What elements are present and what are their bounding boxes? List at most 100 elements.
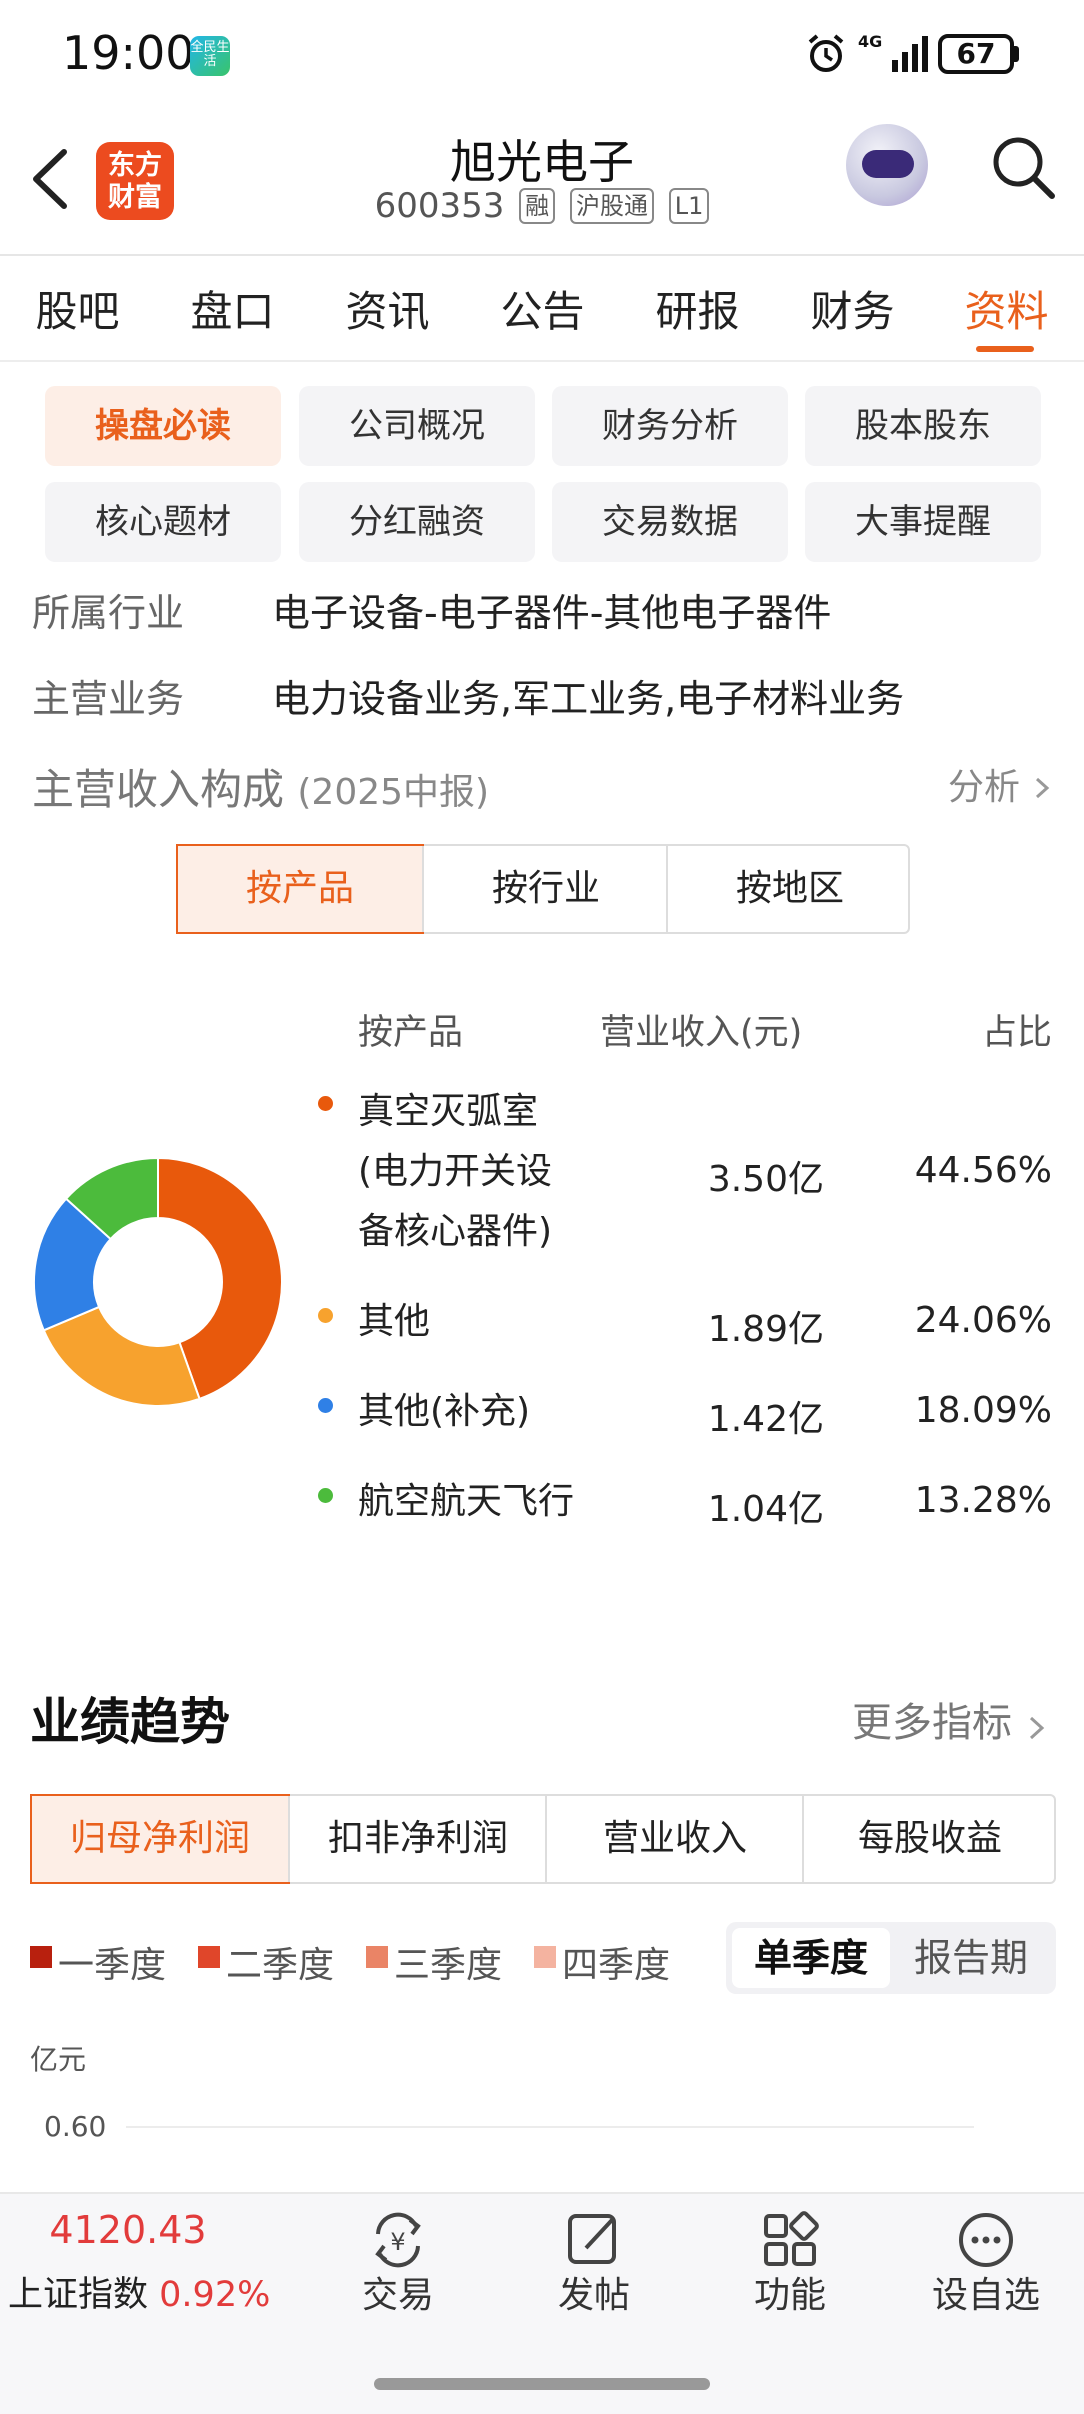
post-icon (568, 2214, 616, 2264)
nav-add-watchlist[interactable] (906, 2210, 1066, 2274)
metric-net-profit[interactable]: 归母净利润 (30, 1794, 290, 1884)
row-value-other-supplement: 1.42亿 (707, 1399, 824, 1440)
nav-functions-label: 功能 (753, 2275, 826, 2316)
chart-gridline (126, 2126, 974, 2128)
period-single-quarter[interactable]: 单季度 (732, 1928, 890, 1988)
subtab-shareholders[interactable]: 股本股东 (805, 386, 1041, 466)
legend-q2-swatch (198, 1946, 220, 1968)
tab-pankou[interactable]: 盘口 (155, 278, 310, 339)
revenue-period: (2025中报) (297, 772, 490, 813)
business-value: 电力设备业务,军工业务,电子材料业务 (272, 677, 905, 721)
tag-connect: 沪股通 (569, 188, 654, 224)
index-name: 上证指数 (8, 2275, 149, 2315)
battery-indicator: 67 (938, 34, 1014, 74)
battery-tip (1014, 46, 1019, 62)
active-tab-underline (976, 346, 1034, 352)
segment-by-industry[interactable]: 按行业 (422, 846, 668, 932)
network-label: 4G (858, 32, 883, 51)
metric-eps[interactable]: 每股收益 (802, 1796, 1058, 1882)
metric-revenue[interactable]: 营业收入 (547, 1796, 803, 1882)
chevron-right-icon (1029, 1716, 1044, 1740)
more-metrics-label: 更多指标 (852, 1700, 1012, 1746)
tab-research[interactable]: 研报 (620, 278, 775, 339)
legend-q3-label: 三季度 (394, 1945, 503, 1986)
subtab-company-overview[interactable]: 公司概况 (299, 386, 535, 466)
tag-margin: 融 (519, 188, 556, 224)
legend-dot-other (318, 1308, 333, 1323)
subtab-must-read[interactable]: 操盘必读 (45, 386, 281, 466)
legend-dot-other-supplement (318, 1398, 333, 1413)
legend-q1-label: 一季度 (58, 1945, 167, 1986)
trade-icon: ¥ (375, 2212, 421, 2268)
legend-q3-swatch (366, 1946, 388, 1968)
period-toggle: 单季度 报告期 (726, 1922, 1056, 1994)
legend-q4-swatch (534, 1946, 556, 1968)
business-label: 主营业务 (32, 677, 185, 721)
segment-by-product[interactable]: 按产品 (176, 844, 424, 934)
status-app-icon: 全民生活 (190, 36, 230, 76)
industry-value: 电子设备-电子器件-其他电子器件 (272, 591, 832, 635)
performance-title: 业绩趋势 (30, 1693, 230, 1751)
status-time: 19:00 (62, 26, 195, 80)
analysis-label: 分析 (948, 767, 1021, 808)
more-icon (959, 2213, 1013, 2267)
nav-post[interactable] (514, 2210, 674, 2274)
home-indicator[interactable] (374, 2378, 710, 2390)
tag-level: L1 (668, 188, 710, 224)
donut-slice-2 (42, 1305, 201, 1407)
legend-dot-vacuum (318, 1096, 333, 1111)
tab-guba[interactable]: 股吧 (0, 278, 155, 339)
segment-by-region[interactable]: 按地区 (666, 846, 912, 932)
row-pct-other: 24.06% (914, 1300, 1052, 1341)
row-value-vacuum: 3.50亿 (707, 1159, 824, 1200)
main-tabs: 股吧 盘口 资讯 公告 研报 财务 资料 (0, 256, 1084, 360)
subtab-core-themes[interactable]: 核心题材 (45, 482, 281, 562)
assistant-avatar-face (862, 150, 914, 178)
grid-icon (764, 2211, 819, 2266)
tabs-divider (0, 360, 1084, 362)
subtab-financial-analysis[interactable]: 财务分析 (552, 386, 788, 466)
nav-post-label: 发帖 (557, 2275, 630, 2316)
metric-selector: 归母净利润 扣非净利润 营业收入 每股收益 (30, 1794, 1056, 1884)
row-value-other: 1.89亿 (707, 1309, 824, 1350)
row-value-aerospace: 1.04亿 (707, 1489, 824, 1530)
search-icon[interactable] (990, 134, 1056, 200)
legend-dot-aerospace (318, 1488, 333, 1503)
signal-icon (892, 36, 928, 72)
row-name-vacuum: 真空灭弧室 (电力开关设 备核心器件) (358, 1082, 552, 1262)
row-pct-vacuum: 44.56% (914, 1150, 1052, 1191)
nav-trade-label: 交易 (361, 2275, 434, 2316)
index-info[interactable]: 上证指数 0.92% (8, 2266, 270, 2317)
index-change: 0.92% (159, 2275, 271, 2315)
legend-q1-swatch (30, 1946, 52, 1968)
row-pct-other-supplement: 18.09% (914, 1390, 1052, 1431)
metric-deducted-profit[interactable]: 扣非净利润 (290, 1796, 546, 1882)
status-bar: 19:00 全民生活 4G 67 (0, 0, 1084, 110)
tab-profile[interactable]: 资料 (929, 278, 1084, 339)
row-name-line: 真空灭弧室 (358, 1091, 539, 1132)
nav-trade[interactable]: ¥ (318, 2210, 478, 2274)
row-name-other-supplement: 其他(补充) (358, 1391, 531, 1432)
revenue-title: 主营收入构成 (32, 765, 285, 814)
legend-q4-label: 四季度 (562, 1945, 671, 1986)
table-header-revenue: 营业收入(元) (600, 1013, 803, 1053)
row-pct-aerospace: 13.28% (914, 1480, 1052, 1521)
subtab-trading-data[interactable]: 交易数据 (552, 482, 788, 562)
stock-code: 600353 (374, 186, 505, 226)
more-metrics-link[interactable]: 更多指标 (852, 1690, 1049, 1748)
index-value[interactable]: 4120.43 (0, 2208, 256, 2252)
analysis-link[interactable]: 分析 (948, 758, 1053, 810)
row-name-line: (电力开关设 (358, 1151, 553, 1192)
tab-news[interactable]: 资讯 (310, 278, 465, 339)
subtab-dividends[interactable]: 分红融资 (299, 482, 535, 562)
tab-announcements[interactable]: 公告 (465, 278, 620, 339)
row-name-other: 其他 (358, 1301, 431, 1342)
period-report[interactable]: 报告期 (892, 1928, 1050, 1988)
chevron-right-icon (1036, 777, 1050, 799)
row-name-line: 备核心器件) (358, 1211, 553, 1252)
subtab-events[interactable]: 大事提醒 (805, 482, 1041, 562)
tab-finance[interactable]: 财务 (775, 278, 930, 339)
nav-functions[interactable] (710, 2210, 870, 2274)
svg-text:¥: ¥ (390, 2228, 405, 2256)
y-tick-label: 0.60 (44, 2110, 107, 2143)
